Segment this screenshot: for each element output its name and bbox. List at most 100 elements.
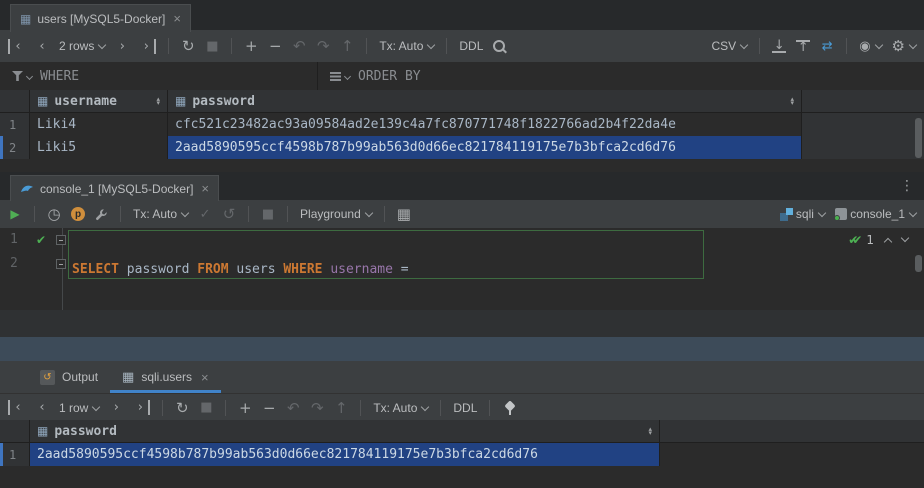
session-switcher[interactable]: console_1	[835, 207, 916, 221]
playground-dropdown[interactable]: Playground	[300, 207, 372, 221]
fold-marker-icon[interactable]	[56, 259, 66, 269]
table-icon: ▦	[20, 12, 31, 26]
redo-icon: ↷	[316, 37, 330, 55]
close-icon[interactable]: ×	[201, 370, 209, 385]
cell-username[interactable]: Liki4	[30, 113, 168, 136]
prev-page-icon[interactable]: ‹	[35, 400, 49, 415]
result-data-grid: ▦ password ▴▾ 1 2aad5890595ccf4598b787b9…	[0, 420, 924, 488]
cell-password-selected[interactable]: 2aad5890595ccf4598b787b99ab563d0d66ec821…	[168, 136, 802, 159]
cell-password-selected[interactable]: 2aad5890595ccf4598b787b99ab563d0d66ec821…	[30, 443, 660, 466]
reload-icon[interactable]: ↻	[175, 399, 189, 417]
row-number-header	[0, 420, 30, 442]
sort-toggle-icon[interactable]: ▴▾	[790, 97, 794, 106]
result-tab-strip: ↺ Output ▦ sqli.users ×	[0, 361, 924, 393]
add-row-icon[interactable]: +	[238, 399, 252, 417]
top-data-grid: ▦ username ▴▾ ▦ password ▴▾ 1 Liki4 cfc5…	[0, 90, 924, 172]
first-page-icon[interactable]: ‹	[8, 400, 25, 415]
where-filter-field[interactable]: WHERE	[0, 62, 318, 90]
pin-tab-icon[interactable]	[502, 401, 516, 415]
parameters-icon[interactable]: p	[71, 207, 85, 221]
page-size-dropdown[interactable]: 2 rows	[59, 39, 105, 53]
row-number[interactable]: 2	[0, 136, 30, 159]
console-bottom-spacer	[0, 310, 924, 337]
cell-password[interactable]: cfc521c23482ac93a09584ad2e139c4a7fc87077…	[168, 113, 802, 136]
tab-users-table[interactable]: ▦ users [MySQL5-Docker] ×	[10, 4, 191, 32]
statement-executed-check-icon: ✔	[36, 228, 46, 252]
delete-row-icon[interactable]: −	[262, 399, 276, 417]
tab-users-label: users [MySQL5-Docker]	[37, 12, 165, 26]
undo-icon: ↶	[292, 37, 306, 55]
table-row[interactable]: 1 Liki4 cfc521c23482ac93a09584ad2e139c4a…	[0, 113, 924, 136]
close-icon[interactable]: ×	[173, 11, 181, 26]
column-icon: ▦	[37, 94, 48, 108]
table-row[interactable]: 1 2aad5890595ccf4598b787b99ab563d0d66ec8…	[0, 443, 924, 466]
editor-scrollbar[interactable]	[915, 255, 922, 272]
ddl-button[interactable]: DDL	[459, 39, 483, 53]
first-page-icon[interactable]: ‹	[8, 39, 25, 54]
prev-problem-icon[interactable]	[884, 237, 892, 245]
code-line[interactable]: SELECT password FROM users WHERE usernam…	[72, 258, 714, 282]
row-number[interactable]: 1	[0, 113, 30, 136]
view-options-icon[interactable]: ◉	[859, 39, 881, 54]
tab-result-grid[interactable]: ▦ sqli.users ×	[110, 361, 221, 393]
row-number-header	[0, 90, 30, 112]
last-page-icon[interactable]: ›	[139, 39, 156, 54]
page-size-dropdown[interactable]: 1 row	[59, 401, 99, 415]
stop-icon: ■	[205, 39, 219, 54]
search-icon[interactable]	[493, 40, 505, 52]
tab-console-label: console_1 [MySQL5-Docker]	[40, 182, 193, 196]
submit-icon: ↑	[334, 399, 348, 417]
settings-gear-icon[interactable]: ⚙	[892, 37, 916, 55]
wrench-icon[interactable]	[95, 208, 108, 221]
export-download-icon[interactable]: ↓	[772, 40, 786, 53]
schema-switcher[interactable]: sqli	[780, 207, 825, 221]
cell-username[interactable]: Liki5	[30, 136, 168, 159]
next-problem-icon[interactable]	[901, 234, 909, 242]
result-toolbar: ‹ ‹ 1 row › › ↻ ■ + − ↶ ↷ ↑ Tx: Auto DDL	[0, 393, 924, 421]
line-number: 1	[10, 228, 30, 252]
tab-output[interactable]: ↺ Output	[28, 361, 110, 393]
grid-filter-row: WHERE ORDER BY	[0, 62, 924, 91]
fold-marker-icon[interactable]	[56, 235, 66, 245]
sort-toggle-icon[interactable]: ▴▾	[648, 427, 652, 436]
table-row[interactable]: 2 Liki5 2aad5890595ccf4598b787b99ab563d0…	[0, 136, 924, 159]
tool-window-splitter[interactable]	[0, 337, 924, 361]
output-icon: ↺	[40, 370, 55, 385]
row-number[interactable]: 1	[0, 443, 30, 466]
history-clock-icon[interactable]: ◷	[47, 205, 61, 223]
column-icon: ▦	[175, 94, 186, 108]
tx-mode-dropdown[interactable]: Tx: Auto	[133, 207, 188, 221]
top-grid-toolbar: ‹ ‹ 2 rows › › ↻ ■ + − ↶ ↷ ↑ Tx: Auto DD…	[0, 30, 924, 62]
inspections-ok-icon: ✔✔	[848, 233, 856, 247]
filter-funnel-icon	[12, 71, 23, 81]
tx-mode-dropdown[interactable]: Tx: Auto	[379, 39, 434, 53]
column-header-password[interactable]: ▦ password ▴▾	[30, 420, 660, 442]
more-options-icon[interactable]: ⋮	[900, 178, 914, 194]
close-icon[interactable]: ×	[201, 181, 209, 196]
export-format-dropdown[interactable]: CSV	[712, 39, 748, 53]
sort-toggle-icon[interactable]: ▴▾	[156, 97, 160, 106]
compare-icon[interactable]: ⇄	[820, 39, 834, 54]
ddl-button[interactable]: DDL	[453, 401, 477, 415]
tx-mode-dropdown[interactable]: Tx: Auto	[373, 401, 428, 415]
selected-row-stripe	[0, 136, 3, 159]
delete-row-icon[interactable]: −	[268, 37, 282, 55]
inspection-widget[interactable]: ✔✔ 1	[848, 228, 908, 252]
vertical-scrollbar[interactable]	[915, 118, 922, 158]
session-icon	[835, 208, 847, 220]
result-view-icon[interactable]: ▦	[397, 205, 411, 223]
sql-editor[interactable]: 1 2 ✔ SELECT password FROM users WHERE u…	[0, 228, 924, 310]
last-page-icon[interactable]: ›	[133, 400, 150, 415]
order-by-field[interactable]: ORDER BY	[318, 62, 421, 90]
run-icon[interactable]: ▶	[8, 207, 22, 221]
add-row-icon[interactable]: +	[244, 37, 258, 55]
column-header-password[interactable]: ▦ password ▴▾	[168, 90, 802, 112]
tab-console[interactable]: console_1 [MySQL5-Docker] ×	[10, 175, 219, 201]
column-header-username[interactable]: ▦ username ▴▾	[30, 90, 168, 112]
next-page-icon[interactable]: ›	[115, 39, 129, 54]
datagrip-window: ▦ users [MySQL5-Docker] × ‹ ‹ 2 rows › ›…	[0, 0, 924, 488]
prev-page-icon[interactable]: ‹	[35, 39, 49, 54]
import-icon[interactable]: ↑	[796, 40, 810, 53]
reload-icon[interactable]: ↻	[181, 37, 195, 55]
next-page-icon[interactable]: ›	[109, 400, 123, 415]
